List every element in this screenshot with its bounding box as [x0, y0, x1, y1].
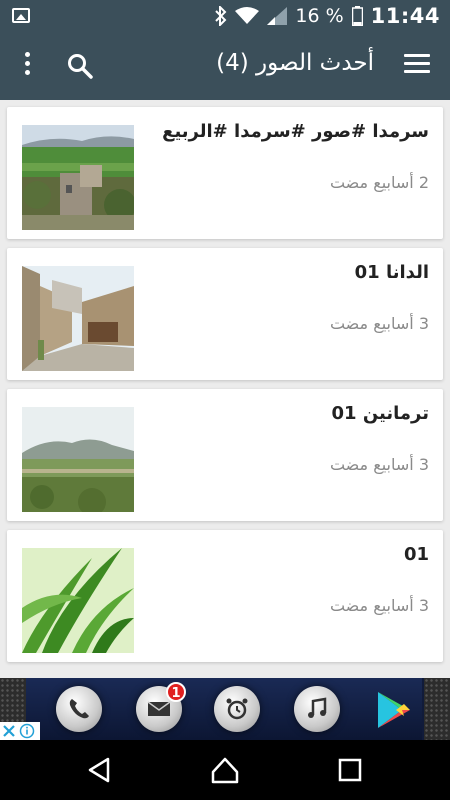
home-icon[interactable] [209, 754, 241, 786]
photo-thumbnail[interactable] [22, 407, 134, 512]
ad-choices[interactable] [0, 722, 40, 740]
info-icon[interactable] [19, 723, 35, 739]
ad-edge-right [424, 678, 450, 740]
photo-title: الدانا 01 [354, 262, 429, 283]
status-bar: 16 % 11:44 [0, 0, 450, 32]
phone-app-icon[interactable] [56, 686, 102, 732]
search-icon[interactable] [66, 52, 94, 80]
recent-apps-icon[interactable] [334, 754, 366, 786]
photo-thumbnail[interactable] [22, 266, 134, 371]
mail-badge: 1 [166, 682, 186, 702]
more-options-icon[interactable] [22, 52, 32, 80]
photo-title: سرمدا #صور #سرمدا #الربيع [162, 121, 429, 142]
system-navigation-bar [0, 740, 450, 800]
ad-banner[interactable]: 1 [0, 678, 450, 740]
play-store-icon[interactable] [376, 690, 414, 730]
battery-icon [351, 6, 363, 26]
close-icon[interactable] [2, 724, 16, 738]
ad-content[interactable]: 1 [26, 678, 422, 740]
photo-title: ترمانين 01 [331, 403, 430, 424]
photo-time: 3 أسابيع مضت [329, 314, 429, 333]
back-icon[interactable] [84, 754, 116, 786]
mail-app-icon[interactable]: 1 [136, 682, 186, 732]
clock: 11:44 [370, 4, 440, 28]
hamburger-menu-icon[interactable] [404, 54, 430, 76]
music-app-icon[interactable] [294, 686, 340, 732]
photo-time: 2 أسابيع مضت [329, 173, 429, 192]
photo-time: 3 أسابيع مضت [329, 455, 429, 474]
battery-percentage: 16 % [295, 5, 344, 27]
app-bar: أحدث الصور (4) [0, 32, 450, 100]
photo-time: 3 أسابيع مضت [329, 596, 429, 615]
photo-title: 01 [403, 544, 429, 565]
wifi-icon [235, 7, 260, 24]
photo-card[interactable]: الدانا 01 3 أسابيع مضت [7, 248, 443, 380]
photo-card[interactable]: 01 3 أسابيع مضت [7, 530, 443, 662]
photo-thumbnail[interactable] [22, 548, 134, 653]
alarm-app-icon[interactable] [214, 686, 260, 732]
photo-list: سرمدا #صور #سرمدا #الربيع 2 أسابيع مضت ا… [0, 100, 450, 678]
photo-thumbnail[interactable] [22, 125, 134, 230]
page-title: أحدث الصور (4) [216, 50, 374, 76]
signal-icon [267, 7, 288, 25]
photo-card[interactable]: ترمانين 01 3 أسابيع مضت [7, 389, 443, 521]
photo-card[interactable]: سرمدا #صور #سرمدا #الربيع 2 أسابيع مضت [7, 107, 443, 239]
bluetooth-icon [215, 6, 227, 26]
gallery-notification-icon [12, 8, 30, 23]
